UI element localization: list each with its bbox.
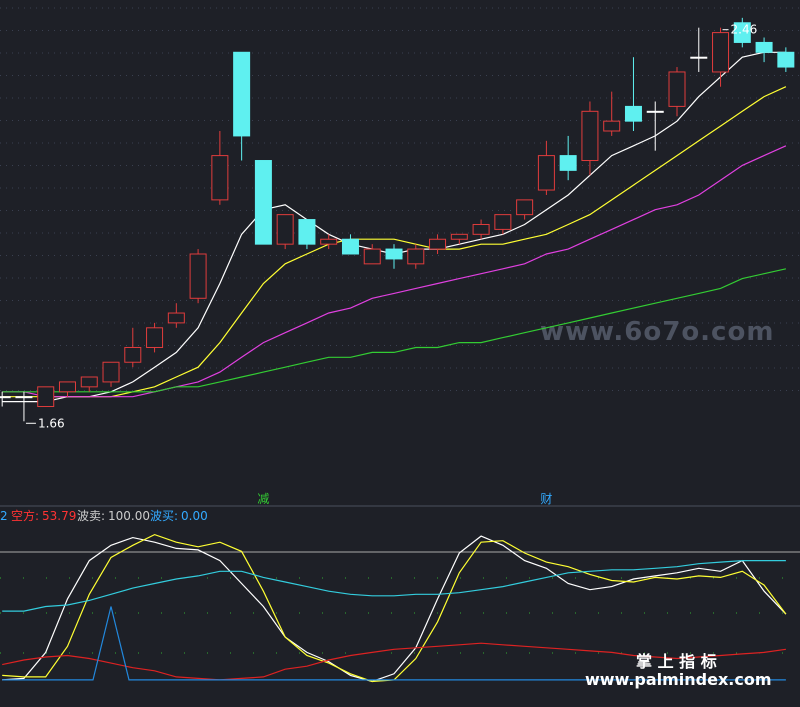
candle-body bbox=[668, 71, 686, 107]
candle-body bbox=[211, 155, 229, 201]
candle bbox=[189, 249, 207, 304]
candle-body bbox=[494, 214, 512, 230]
candle-body bbox=[254, 160, 272, 245]
candle-body bbox=[341, 238, 359, 255]
candle-body bbox=[690, 56, 708, 59]
candle-body bbox=[603, 120, 621, 132]
candle-body bbox=[320, 238, 338, 245]
event-marker-label: 减 bbox=[257, 492, 269, 506]
kong-value: 53.79 bbox=[42, 509, 76, 523]
candle-body bbox=[581, 110, 599, 162]
candle-body bbox=[450, 233, 468, 240]
candle-body bbox=[276, 214, 294, 245]
candle bbox=[254, 160, 272, 245]
candle-body bbox=[146, 327, 164, 348]
candle bbox=[276, 214, 294, 250]
indicator-prefix: 2 bbox=[0, 509, 8, 523]
candle-body bbox=[712, 32, 730, 73]
candle-body bbox=[624, 105, 642, 122]
high-price-label: 2.46 bbox=[731, 23, 758, 37]
candle-body bbox=[80, 376, 98, 388]
bomai-buy-value: 0.00 bbox=[181, 509, 208, 523]
bomai-value: 100.00 bbox=[108, 509, 150, 523]
candle-body bbox=[37, 386, 55, 408]
candle-body bbox=[646, 110, 664, 113]
candle bbox=[298, 219, 316, 250]
candle-body bbox=[755, 41, 773, 53]
low-price-label: 1.66 bbox=[38, 416, 65, 430]
candle-body bbox=[124, 346, 142, 363]
chart-svg: www.6o7o.com 2.461.66减财 掌 上 指 标 www.palm… bbox=[0, 0, 800, 703]
kong-label: 空方: bbox=[11, 508, 39, 523]
candle-body bbox=[298, 219, 316, 245]
candle-body bbox=[233, 51, 251, 137]
bomai-buy-label: 波买: bbox=[150, 509, 178, 523]
candle-body bbox=[472, 223, 490, 235]
candle bbox=[37, 386, 55, 408]
brand-title: 掌 上 指 标 bbox=[636, 652, 717, 671]
candle-body bbox=[559, 155, 577, 171]
chart-stage: www.6o7o.com 2.46 1.66 减财 掌 上 指 标 www.palm… bbox=[0, 0, 800, 703]
candle-body bbox=[407, 248, 425, 265]
brand-url: www.palmindex.com bbox=[585, 670, 772, 689]
candle-body bbox=[537, 155, 555, 191]
candle-body bbox=[516, 199, 534, 216]
candle-body bbox=[777, 51, 795, 68]
indicator-header: 2 空方: 53.79 波卖: 100.00 波买: 0.00 bbox=[0, 508, 208, 523]
candle-body bbox=[102, 361, 120, 383]
candle-body bbox=[0, 396, 11, 399]
candle-body bbox=[385, 248, 403, 260]
candle-body bbox=[363, 248, 381, 265]
candle-body bbox=[15, 396, 33, 399]
candle-body bbox=[167, 312, 185, 324]
candle-body bbox=[429, 238, 447, 250]
candle bbox=[146, 322, 164, 353]
candle-body bbox=[189, 253, 207, 299]
candle-body bbox=[58, 381, 76, 393]
bomai-label: 波卖: bbox=[77, 509, 105, 523]
event-marker-label: 财 bbox=[540, 492, 552, 506]
